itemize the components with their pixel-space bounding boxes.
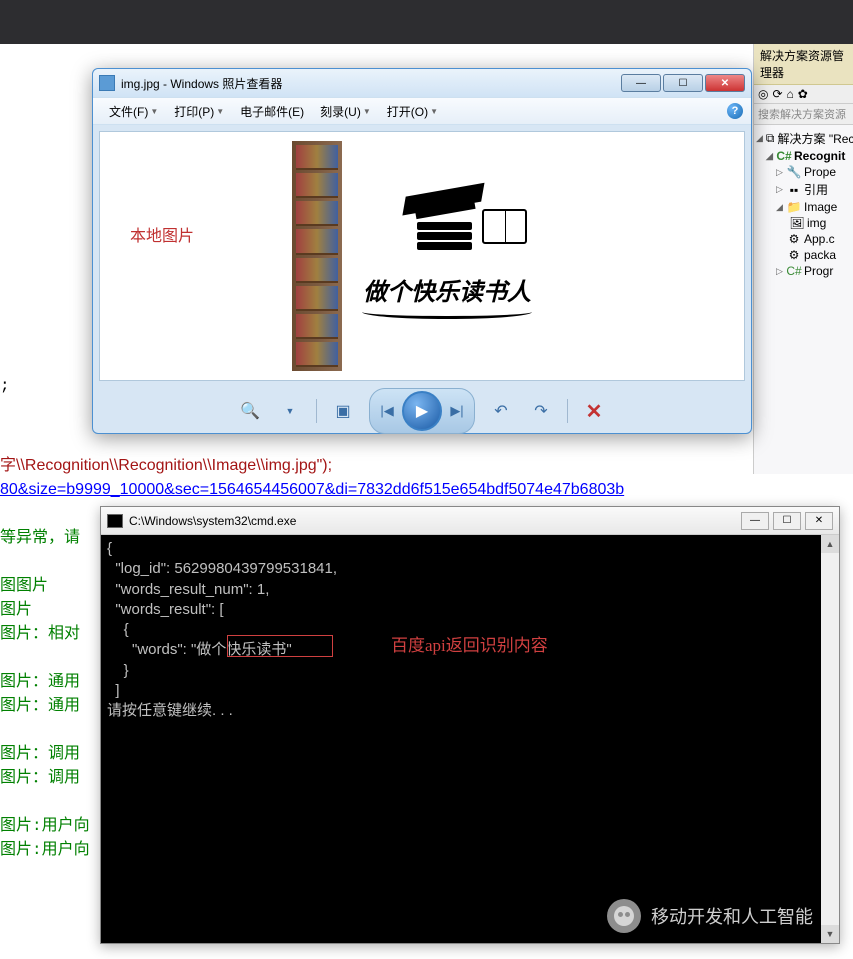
- vs-titlebar-area: [0, 0, 853, 44]
- code-line: 字\\Recognition\\Recognition\\Image\\img.…: [0, 454, 624, 478]
- config-icon: ⚙: [787, 232, 801, 246]
- folder-icon: 📁: [787, 200, 801, 214]
- solution-explorer-title: 解决方案资源管理器: [754, 44, 853, 85]
- slideshow-button[interactable]: ▶: [402, 391, 442, 431]
- code-line: ;: [0, 374, 10, 398]
- zoom-dropdown[interactable]: ▼: [276, 397, 304, 425]
- nav-strip: |◀ ▶ ▶|: [369, 388, 475, 434]
- graduation-cap-icon: [414, 196, 475, 218]
- cmd-minimize-button[interactable]: —: [741, 512, 769, 530]
- chevron-down-icon: ▼: [430, 107, 438, 116]
- image-file-icon: 🖼: [790, 216, 804, 230]
- prev-button[interactable]: |◀: [372, 397, 402, 425]
- cmd-output: { "log_id": 5629980439799531841, "words_…: [101, 535, 839, 943]
- cmd-title-text: C:\Windows\system32\cmd.exe: [129, 514, 741, 528]
- solution-tree: ◢⧉解决方案 "Rec ◢C#Recognit ▷🔧Prope ▷▪▪引用 ◢📁…: [754, 125, 853, 283]
- tree-references[interactable]: ▷▪▪引用: [756, 180, 851, 199]
- cmd-line: "words_result_num": 1,: [107, 580, 833, 600]
- cmd-maximize-button[interactable]: ☐: [773, 512, 801, 530]
- cmd-window: C:\Windows\system32\cmd.exe — ☐ ✕ { "log…: [100, 506, 840, 944]
- rotate-ccw-button[interactable]: ↶: [487, 397, 515, 425]
- fit-button[interactable]: ▣: [329, 397, 357, 425]
- viewer-controls: 🔍 ▼ ▣ |◀ ▶ ▶| ↶ ↷ ✕: [93, 387, 751, 435]
- artwork-text: 做个快乐读书人: [363, 272, 531, 307]
- open-book-icon: [482, 209, 527, 244]
- annotation-local-image: 本地图片: [130, 222, 194, 246]
- cmd-line: ]: [107, 681, 833, 701]
- solution-search[interactable]: 搜索解决方案资源: [754, 104, 853, 125]
- close-button[interactable]: ✕: [705, 74, 745, 92]
- tree-image-folder[interactable]: ◢📁Image: [756, 199, 851, 215]
- tree-properties[interactable]: ▷🔧Prope: [756, 164, 851, 180]
- separator: [567, 399, 568, 423]
- config-icon: ⚙: [787, 248, 801, 262]
- tree-packages[interactable]: ⚙packa: [756, 247, 851, 263]
- menu-print[interactable]: 打印(P)▼: [166, 100, 232, 123]
- cmd-line: }: [107, 661, 833, 681]
- solution-icon: ⧉: [766, 132, 775, 146]
- photo-viewer-window: img.jpg - Windows 照片查看器 — ☐ ✕ 文件(F)▼ 打印(…: [92, 68, 752, 434]
- next-button[interactable]: ▶|: [442, 397, 472, 425]
- cmd-icon: [107, 514, 123, 528]
- cmd-line: {: [107, 539, 833, 559]
- cmd-titlebar[interactable]: C:\Windows\system32\cmd.exe — ☐ ✕: [101, 507, 839, 535]
- menu-open[interactable]: 打开(O)▼: [379, 100, 446, 123]
- highlight-box: [227, 635, 333, 657]
- menu-file[interactable]: 文件(F)▼: [101, 100, 166, 123]
- viewer-app-icon: [99, 75, 115, 91]
- solution-explorer: 解决方案资源管理器 ◎ ⟳ ⌂ ✿ 搜索解决方案资源 ◢⧉解决方案 "Rec ◢…: [753, 44, 853, 474]
- tree-img-file[interactable]: 🖼img: [756, 215, 851, 231]
- zoom-button[interactable]: 🔍: [236, 397, 264, 425]
- menu-burn[interactable]: 刻录(U)▼: [312, 100, 379, 123]
- displayed-image: 做个快乐读书人: [292, 141, 552, 371]
- delete-button[interactable]: ✕: [580, 397, 608, 425]
- annotation-api-result: 百度api返回识别内容: [391, 635, 548, 658]
- tree-project[interactable]: ◢C#Recognit: [756, 148, 851, 164]
- toolbar-home-icon[interactable]: ◎: [758, 87, 768, 101]
- cmd-scrollbar[interactable]: ▲ ▼: [821, 535, 839, 943]
- wrench-icon: 🔧: [787, 165, 801, 179]
- tree-solution[interactable]: ◢⧉解决方案 "Rec: [756, 129, 851, 148]
- swoosh-decoration: [362, 305, 532, 319]
- watermark: 移动开发和人工智能: [607, 899, 813, 933]
- cmd-line: "words_result": [: [107, 600, 833, 620]
- watermark-text: 移动开发和人工智能: [651, 903, 813, 929]
- separator: [316, 399, 317, 423]
- tree-app-config[interactable]: ⚙App.c: [756, 231, 851, 247]
- stacked-books-icon: [417, 222, 472, 252]
- cs-file-icon: C#: [787, 264, 801, 278]
- tree-program[interactable]: ▷C#Progr: [756, 263, 851, 279]
- reader-artwork: 做个快乐读书人: [342, 151, 552, 361]
- chevron-down-icon: ▼: [150, 107, 158, 116]
- viewer-canvas: 本地图片 做个快乐读书人: [99, 131, 745, 381]
- maximize-button[interactable]: ☐: [663, 74, 703, 92]
- chevron-down-icon: ▼: [363, 107, 371, 116]
- help-icon[interactable]: ?: [727, 103, 743, 119]
- toolbar-home2-icon[interactable]: ⌂: [787, 87, 794, 101]
- csharp-icon: C#: [777, 149, 791, 163]
- references-icon: ▪▪: [787, 183, 801, 197]
- bookshelf-graphic: [292, 141, 342, 371]
- viewer-menubar: 文件(F)▼ 打印(P)▼ 电子邮件(E) 刻录(U)▼ 打开(O)▼ ?: [93, 97, 751, 125]
- scroll-up-icon[interactable]: ▲: [821, 535, 839, 553]
- viewer-title-text: img.jpg - Windows 照片查看器: [121, 75, 619, 92]
- minimize-button[interactable]: —: [621, 74, 661, 92]
- scroll-down-icon[interactable]: ▼: [821, 925, 839, 943]
- wechat-icon: [607, 899, 641, 933]
- chevron-down-icon: ▼: [216, 107, 224, 116]
- toolbar-sync-icon[interactable]: ⟳: [772, 87, 782, 101]
- solution-toolbar: ◎ ⟳ ⌂ ✿: [754, 85, 853, 104]
- code-line: 80&size=b9999_10000&sec=1564654456007&di…: [0, 478, 624, 502]
- rotate-cw-button[interactable]: ↷: [527, 397, 555, 425]
- viewer-titlebar[interactable]: img.jpg - Windows 照片查看器 — ☐ ✕: [93, 69, 751, 97]
- menu-email[interactable]: 电子邮件(E): [232, 100, 312, 123]
- cmd-close-button[interactable]: ✕: [805, 512, 833, 530]
- cmd-line: 请按任意键继续. . .: [107, 701, 833, 721]
- cmd-line: "log_id": 5629980439799531841,: [107, 559, 833, 579]
- toolbar-gear-icon[interactable]: ✿: [798, 87, 808, 101]
